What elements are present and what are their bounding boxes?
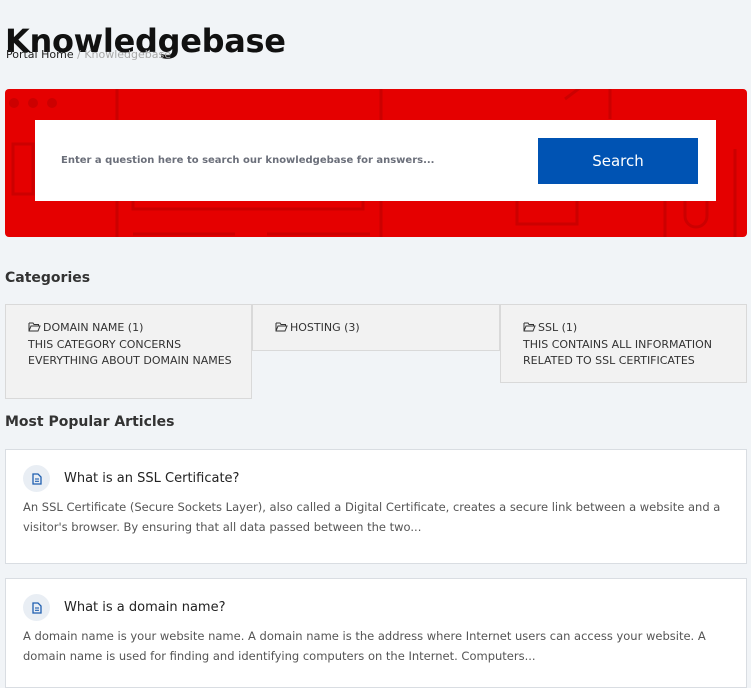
- category-name[interactable]: HOSTING (3): [290, 321, 360, 334]
- category-card-hosting[interactable]: HOSTING (3): [252, 304, 500, 351]
- search-button[interactable]: Search: [538, 138, 698, 184]
- category-card-domain-name[interactable]: DOMAIN NAME (1) THIS CATEGORY CONCERNS E…: [5, 304, 252, 399]
- breadcrumb-portal-home[interactable]: Portal Home: [6, 48, 74, 61]
- search-box: Search: [35, 120, 716, 201]
- category-description: THIS CONTAINS ALL INFORMATION RELATED TO…: [523, 338, 713, 367]
- category-name[interactable]: DOMAIN NAME (1): [43, 321, 143, 334]
- breadcrumb-current: Knowledgebase: [84, 48, 172, 61]
- article-excerpt: An SSL Certificate (Secure Sockets Layer…: [23, 500, 721, 534]
- folder-open-icon: [523, 321, 536, 337]
- categories-heading: Categories: [5, 270, 91, 286]
- knowledgebase-search-input[interactable]: [55, 140, 527, 180]
- category-name[interactable]: SSL (1): [538, 321, 577, 334]
- breadcrumb: Portal Home / Knowledgebase: [6, 48, 171, 62]
- document-icon: [23, 594, 50, 621]
- article-excerpt: A domain name is your website name. A do…: [23, 629, 706, 663]
- category-description: THIS CATEGORY CONCERNS EVERYTHING ABOUT …: [28, 338, 232, 367]
- breadcrumb-separator: /: [77, 48, 81, 61]
- popular-articles-heading: Most Popular Articles: [5, 414, 175, 430]
- article-card-domain-name[interactable]: What is a domain name? A domain name is …: [5, 578, 747, 688]
- search-hero-banner: Search: [5, 89, 747, 237]
- document-icon: [23, 465, 50, 492]
- folder-open-icon: [28, 321, 41, 337]
- category-card-ssl[interactable]: SSL (1) THIS CONTAINS ALL INFORMATION RE…: [500, 304, 747, 383]
- folder-open-icon: [275, 321, 288, 337]
- article-card-ssl-certificate[interactable]: What is an SSL Certificate? An SSL Certi…: [5, 449, 747, 564]
- article-title[interactable]: What is an SSL Certificate?: [64, 471, 239, 486]
- article-title[interactable]: What is a domain name?: [64, 600, 226, 615]
